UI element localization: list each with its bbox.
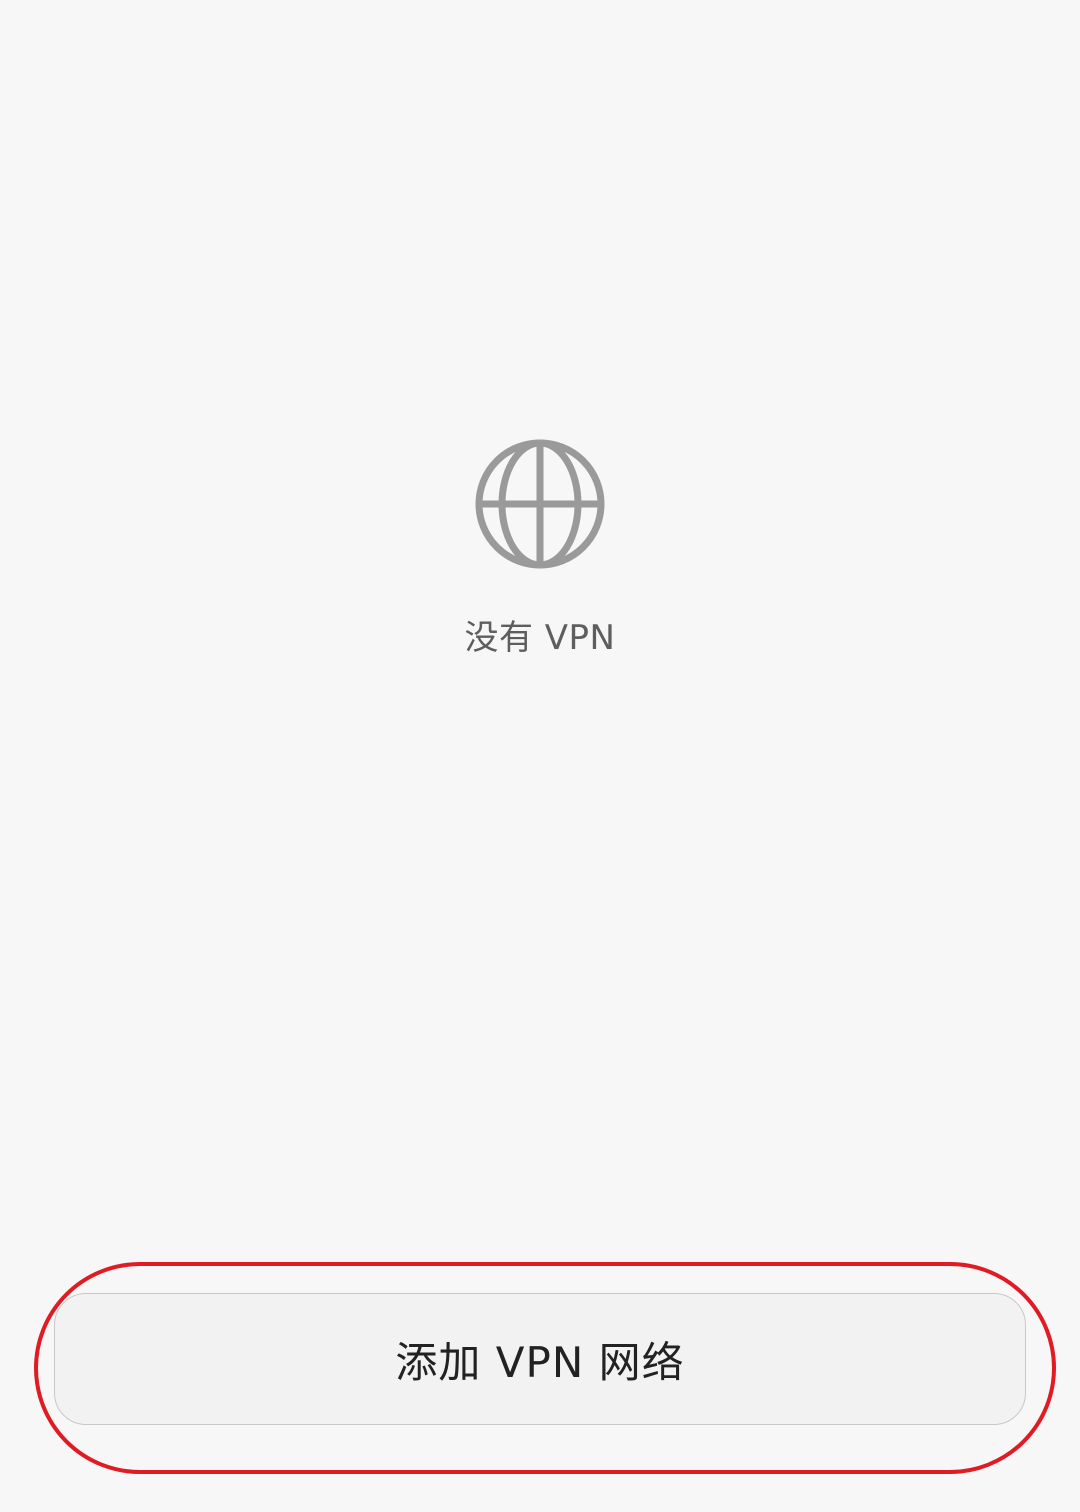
add-vpn-network-button-label: 添加 VPN 网络 (395, 1337, 685, 1387)
globe-icon (475, 439, 605, 569)
empty-state: 没有 VPN (0, 438, 1080, 658)
add-vpn-network-button[interactable]: 添加 VPN 网络 (54, 1293, 1026, 1425)
vpn-screen: 没有 VPN 添加 VPN 网络 (0, 0, 1080, 1512)
empty-state-message: 没有 VPN (464, 618, 616, 658)
